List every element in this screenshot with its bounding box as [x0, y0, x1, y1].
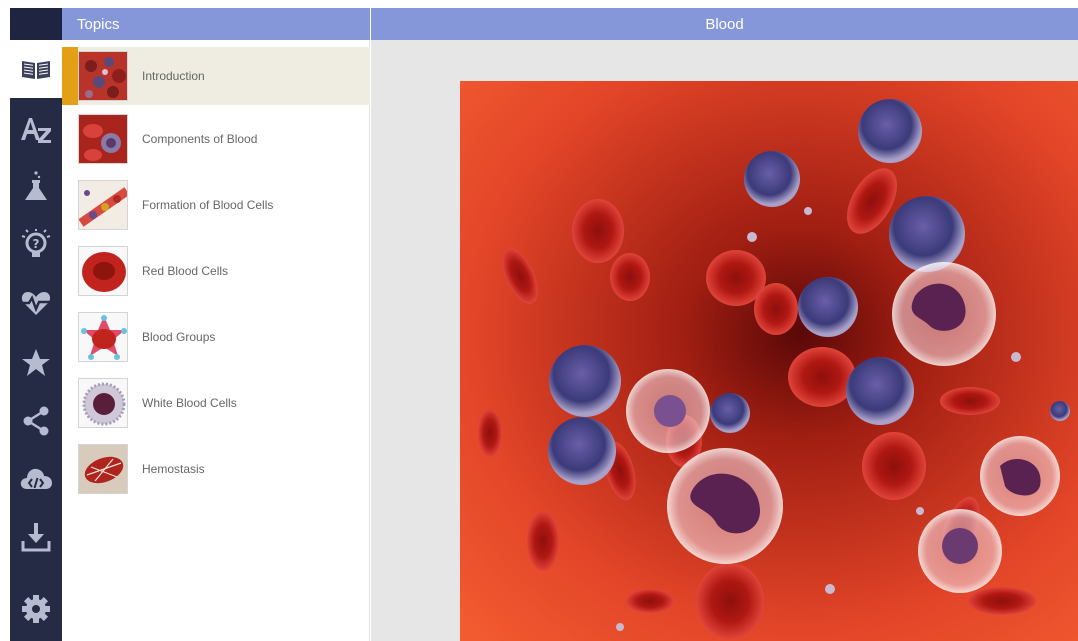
heartbeat-icon — [20, 292, 52, 315]
topics-list: Introduction Components of Blood Formati… — [62, 40, 370, 641]
topic-label: Hemostasis — [142, 462, 205, 476]
topic-label: Introduction — [142, 69, 205, 83]
topic-thumbnail — [78, 114, 128, 164]
topic-thumbnail — [78, 378, 128, 428]
az-glossary-icon — [21, 118, 51, 143]
topic-item-red-blood-cells[interactable]: Red Blood Cells — [62, 242, 370, 300]
topic-thumbnail — [78, 246, 128, 296]
glossary-nav-button[interactable] — [10, 100, 62, 158]
download-nav-button[interactable] — [10, 508, 62, 566]
hero-image — [460, 81, 1078, 641]
topic-thumbnail — [78, 180, 128, 230]
share-icon — [23, 406, 49, 436]
topic-item-components-of-blood[interactable]: Components of Blood — [62, 110, 370, 168]
topic-label: White Blood Cells — [142, 396, 237, 410]
active-topic-marker — [62, 47, 78, 105]
topic-label: Blood Groups — [142, 330, 216, 344]
topic-item-blood-groups[interactable]: Blood Groups — [62, 308, 370, 366]
gear-icon — [22, 595, 50, 623]
book-open-icon — [22, 61, 50, 79]
settings-nav-button[interactable] — [10, 580, 62, 638]
topic-label: Components of Blood — [142, 132, 258, 146]
flask-icon — [25, 171, 47, 200]
icon-rail: ? — [10, 8, 62, 641]
topics-header: Topics — [62, 8, 370, 40]
health-nav-button[interactable] — [10, 274, 62, 332]
lab-nav-button[interactable] — [10, 158, 62, 216]
svg-text:?: ? — [33, 237, 40, 251]
page-title-bar: Blood — [371, 8, 1078, 40]
favorites-nav-button[interactable] — [10, 334, 62, 392]
topic-label: Formation of Blood Cells — [142, 198, 274, 212]
page-title: Blood — [705, 15, 744, 33]
share-nav-button[interactable] — [10, 392, 62, 450]
download-icon — [21, 523, 51, 552]
embed-nav-button[interactable] — [10, 450, 62, 508]
topic-thumbnail — [78, 444, 128, 494]
topic-item-formation-of-blood-cells[interactable]: Formation of Blood Cells — [62, 176, 370, 234]
topic-thumbnail — [78, 51, 128, 101]
topic-item-hemostasis[interactable]: Hemostasis — [62, 440, 370, 498]
lightbulb-question-icon: ? — [21, 229, 51, 257]
cloud-code-icon — [20, 468, 52, 489]
topics-nav-button[interactable] — [10, 40, 62, 98]
topic-item-white-blood-cells[interactable]: White Blood Cells — [62, 374, 370, 432]
star-icon — [22, 349, 50, 376]
quiz-nav-button[interactable]: ? — [10, 216, 62, 274]
topic-thumbnail — [78, 312, 128, 362]
rail-top-bar — [10, 8, 62, 40]
topic-label: Red Blood Cells — [142, 264, 229, 278]
topics-header-title: Topics — [77, 15, 120, 33]
topic-item-introduction[interactable]: Introduction — [62, 47, 370, 105]
